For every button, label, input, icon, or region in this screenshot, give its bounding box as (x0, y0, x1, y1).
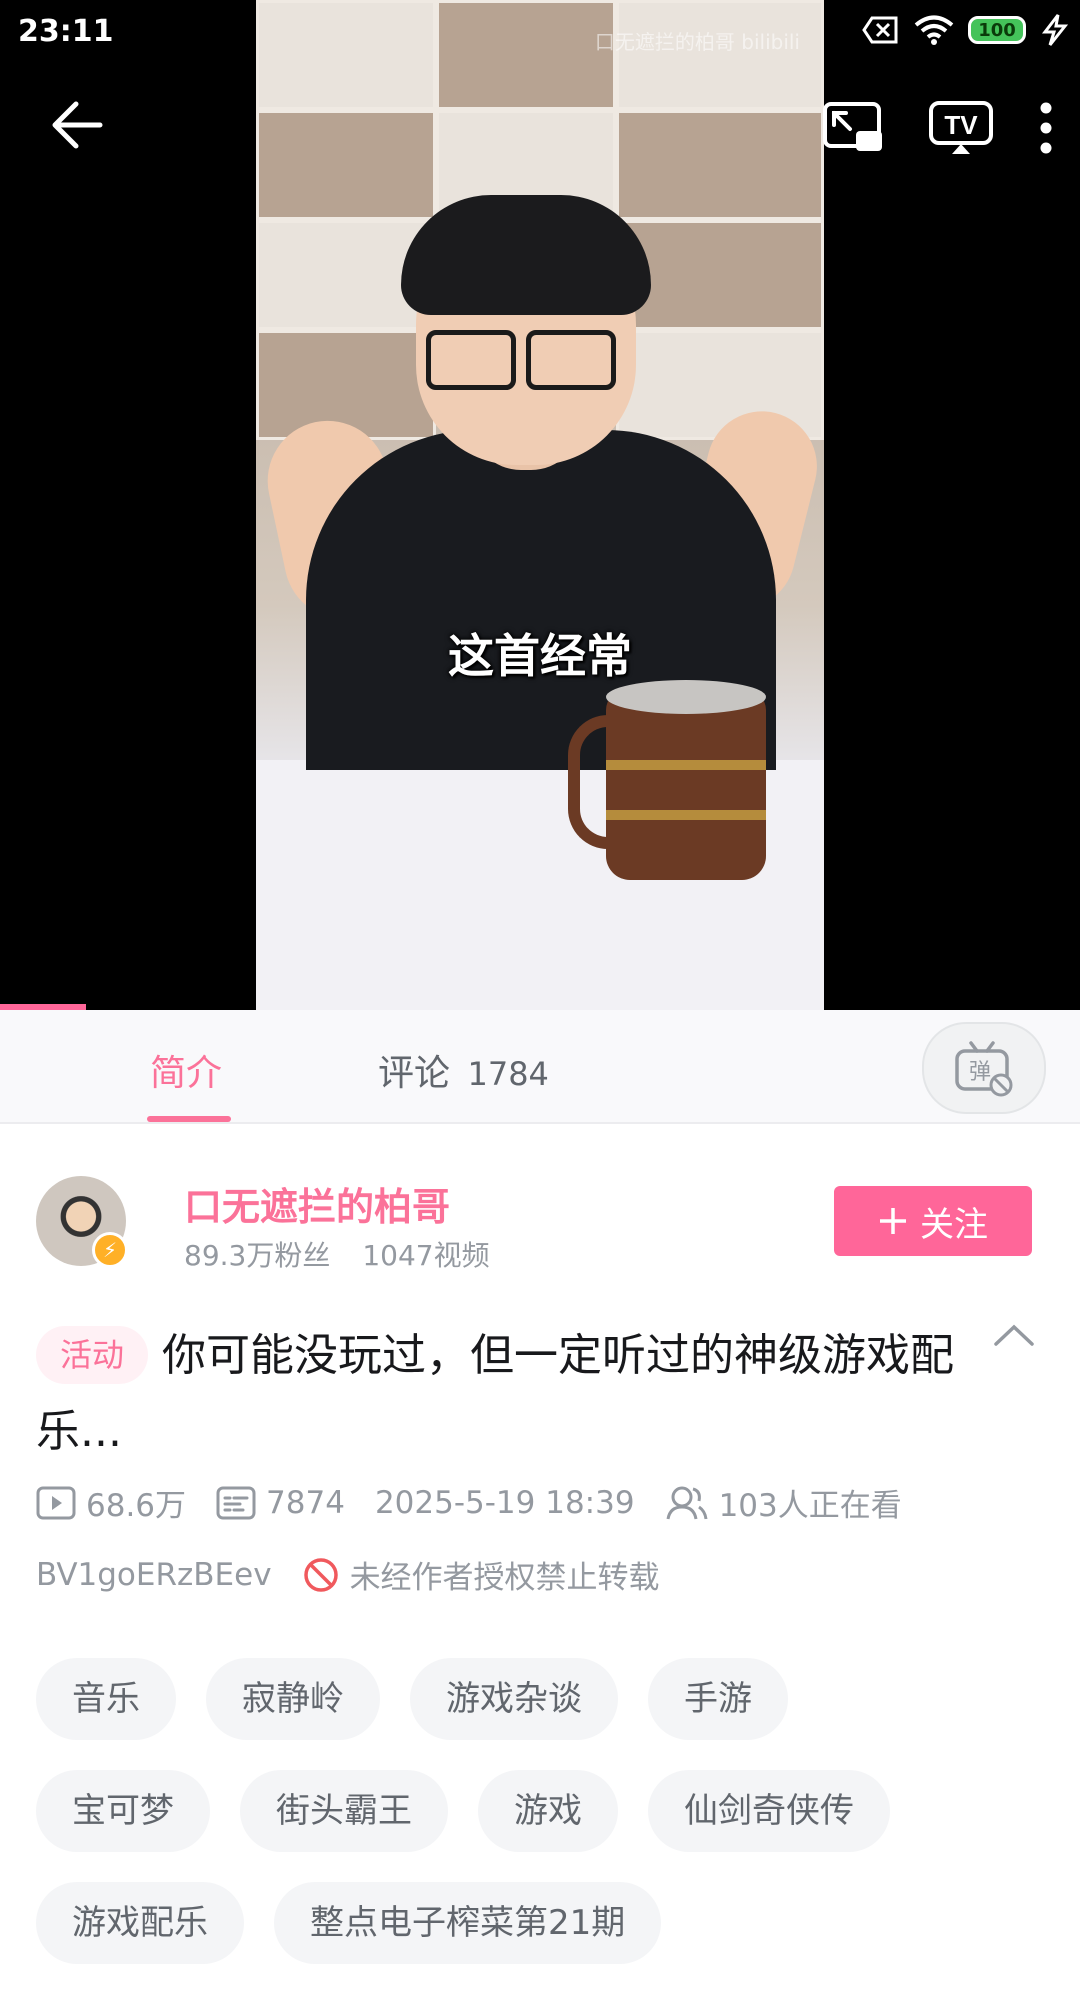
wall-tile (616, 110, 824, 220)
wall-tile (256, 0, 436, 110)
tag-chip[interactable]: 音乐 (36, 1658, 176, 1740)
video-subtitle: 这首经常 (448, 629, 632, 683)
more-button[interactable] (1038, 101, 1054, 155)
tv-cast-icon: TV (929, 101, 993, 154)
copyright-notice: 未经作者授权禁止转载 (349, 1560, 660, 1596)
video-title: 你可能没玩过，但一定听过的神级游戏配乐... (36, 1330, 955, 1457)
tag-chip[interactable]: 游戏配乐 (36, 1882, 244, 1964)
viewers-icon (666, 1486, 708, 1519)
video-count: 1047视频 (362, 1239, 490, 1272)
mug-band (606, 760, 766, 770)
uploader-name[interactable]: 口无遮拦的柏哥 (184, 1176, 450, 1231)
uploader-stats: 89.3万粉丝 1047视频 (184, 1234, 490, 1274)
tag-chip[interactable]: 寂静岭 (206, 1658, 380, 1740)
tag-row: 宝可梦 街头霸王 游戏 仙剑奇侠传 (36, 1770, 1036, 1852)
wifi-icon (914, 15, 954, 45)
follow-label: 关注 (920, 1204, 988, 1245)
battery-icon: 100 (968, 16, 1026, 44)
play-count-icon (36, 1486, 76, 1519)
tab-intro[interactable]: 简介 (150, 1044, 222, 1096)
danmaku-count-icon (216, 1486, 256, 1519)
sim-off-icon (862, 16, 898, 44)
tab-comments-count: 1784 (467, 1055, 549, 1093)
wall-tile (436, 0, 616, 110)
tag-chip[interactable]: 仙剑奇侠传 (648, 1770, 890, 1852)
tag-chip[interactable]: 宝可梦 (36, 1770, 210, 1852)
bvid[interactable]: BV1goERzBEev (36, 1557, 272, 1593)
collapse-button[interactable] (992, 1322, 1036, 1352)
charging-icon (1041, 14, 1069, 46)
person-hair (401, 195, 651, 315)
tag-row: 音乐 寂静岭 游戏杂谈 手游 (36, 1658, 1036, 1740)
tag-chip[interactable]: 手游 (648, 1658, 788, 1740)
plus-icon (880, 1208, 906, 1234)
back-button[interactable] (50, 100, 104, 150)
picture-in-picture-icon (823, 102, 882, 151)
video-watermark: 口无遮拦的柏哥 bilibili (594, 30, 800, 54)
svg-text:TV: TV (944, 110, 978, 140)
cast-tv-button[interactable]: TV (928, 100, 994, 156)
publish-date: 2025-5-19 18:39 (374, 1484, 635, 1521)
danmaku-count: 7874 (266, 1484, 345, 1521)
tab-comments[interactable]: 评论 1784 (378, 1044, 549, 1096)
tag-chip[interactable]: 游戏杂谈 (410, 1658, 618, 1740)
tag-chip[interactable]: 街头霸王 (240, 1770, 448, 1852)
tab-comments-label: 评论 (378, 1053, 451, 1094)
tag-row: 游戏配乐 整点电子榨菜第21期 (36, 1882, 1036, 1964)
mug (606, 690, 766, 880)
glasses-right (526, 330, 616, 390)
glasses-left (426, 330, 516, 390)
tab-bar: 简介 评论 1784 弹 (0, 1010, 1080, 1124)
video-stats: 68.6万 7874 2025-5-19 18:39 103人正在看 (36, 1480, 932, 1525)
activity-tag[interactable]: 活动 (36, 1326, 149, 1384)
danmaku-off-icon: 弹 (955, 1041, 1013, 1097)
tag-chip[interactable]: 整点电子榨菜第21期 (274, 1882, 662, 1964)
chevron-up-icon (994, 1324, 1034, 1346)
danmaku-toggle-button[interactable]: 弹 (922, 1022, 1046, 1114)
status-icons: 100 (862, 14, 1070, 46)
lightning-badge-icon: ⚡ (92, 1232, 128, 1268)
mug-band (606, 810, 766, 820)
play-count: 68.6万 (86, 1488, 187, 1524)
more-vertical-icon (1040, 102, 1052, 154)
tab-active-indicator (147, 1116, 231, 1122)
video-player[interactable]: 这首经常 口无遮拦的柏哥 bilibili 23:11 100 TV (0, 0, 1080, 1010)
follow-button[interactable]: 关注 (834, 1186, 1032, 1256)
video-title-block[interactable]: 活动 你可能没玩过，但一定听过的神级游戏配乐... (36, 1318, 956, 1470)
prohibited-icon (303, 1557, 338, 1592)
mini-window-button[interactable] (822, 101, 884, 155)
arrow-left-icon (52, 101, 103, 149)
svg-text:弹: 弹 (969, 1060, 991, 1085)
wall-tile (616, 0, 824, 110)
tag-list: 音乐 寂静岭 游戏杂谈 手游 宝可梦 街头霸王 游戏 仙剑奇侠传 游戏配乐 整点… (36, 1658, 1036, 1994)
status-time: 23:11 (18, 14, 114, 49)
wall-tile (256, 110, 436, 220)
video-ids: BV1goERzBEev 未经作者授权禁止转载 (36, 1552, 690, 1597)
tag-chip[interactable]: 游戏 (478, 1770, 618, 1852)
fans-count: 89.3万粉丝 (184, 1239, 331, 1272)
watching-now: 103人正在看 (718, 1488, 902, 1524)
video-frame[interactable]: 这首经常 口无遮拦的柏哥 bilibili (256, 0, 824, 1010)
